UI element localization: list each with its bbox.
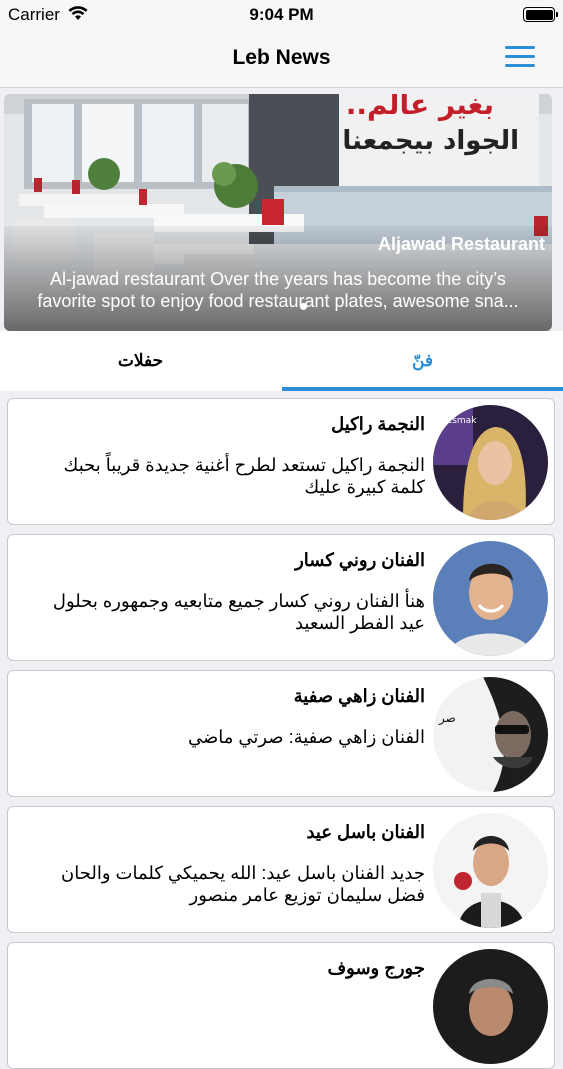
banner-title: Aljawad Restaurant [377, 234, 545, 254]
article-avatar: Bi Esmak [433, 405, 548, 520]
article-summary: الفنان زاهي صفية: صرتي ماضي [25, 726, 425, 748]
article-summary-line2: كلمة كبيرة عليك [304, 477, 425, 497]
article-title: الفنان روني كسار [295, 550, 425, 570]
featured-banner[interactable]: ..بغير عالم الجواد بيجمعنا Aljawad Resta… [4, 94, 552, 331]
article-summary-line1: هنأ الفنان روني كسار جميع متابعيه وجمهور… [52, 591, 425, 611]
status-bar: Carrier 9:04 PM [0, 0, 563, 30]
article-summary-line1: الفنان زاهي صفية: صرتي ماضي [187, 727, 425, 747]
tab-parties[interactable]: حفلات [0, 331, 281, 391]
article-avatar [433, 813, 548, 928]
banner-description-line2: favorite spot to enjoy food restaurant p… [37, 291, 519, 311]
article-title: النجمة راكيل [331, 414, 425, 434]
banner-sign-line2: الجواد بيجمعنا [342, 126, 519, 156]
navigation-bar: Leb News [0, 30, 563, 88]
article-summary: النجمة راكيل تستعد لطرح أغنية جديدة قريب… [25, 454, 425, 498]
article-summary-line1: النجمة راكيل تستعد لطرح أغنية جديدة قريب… [63, 455, 425, 475]
article-summary: جديد الفنان باسل عيد: الله يحميكي كلمات … [25, 862, 425, 906]
article-summary: هنأ الفنان روني كسار جميع متابعيه وجمهور… [25, 590, 425, 634]
article-card[interactable]: الفنان روني كسار هنأ الفنان روني كسار جم… [7, 534, 555, 661]
battery-icon [523, 7, 558, 22]
banner-description: Al-jawad restaurant Over the years has b… [10, 268, 546, 312]
article-card[interactable]: Bi Esmak النجمة راكيل النجمة راكيل تستعد… [7, 398, 555, 525]
article-title: جورج وسوف [327, 958, 425, 978]
article-avatar: صر [433, 677, 548, 792]
article-avatar [433, 949, 548, 1064]
avatar-caption: Bi Esmak [435, 416, 477, 426]
tab-art[interactable]: فنّ [282, 331, 563, 391]
category-tabs: حفلات فنّ [0, 331, 563, 391]
article-summary-line2: فضل سليمان توزيع عامر منصور [189, 885, 426, 905]
page-indicator-dot[interactable] [300, 303, 307, 310]
page-title: Leb News [232, 46, 331, 69]
article-card[interactable]: صر الفنان زاهي صفية الفنان زاهي صفية: صر… [7, 670, 555, 797]
article-card[interactable]: الفنان باسل عيد جديد الفنان باسل عيد: ال… [7, 806, 555, 933]
banner-description-line1: Al-jawad restaurant Over the years has b… [50, 269, 506, 289]
article-summary-line2: عيد الفطر السعيد [294, 613, 425, 633]
banner-sign-line1: ..بغير عالم [346, 94, 494, 121]
article-title: الفنان باسل عيد [306, 822, 425, 842]
tab-selected-indicator [282, 387, 563, 391]
article-card[interactable]: جورج وسوف [7, 942, 555, 1069]
article-summary-line1: جديد الفنان باسل عيد: الله يحميكي كلمات … [61, 863, 425, 883]
clock-label: 9:04 PM [249, 5, 314, 24]
article-title: الفنان زاهي صفية [293, 686, 425, 706]
avatar-caption: صر [438, 711, 456, 726]
article-avatar [433, 541, 548, 656]
hamburger-menu-icon[interactable] [505, 44, 535, 70]
